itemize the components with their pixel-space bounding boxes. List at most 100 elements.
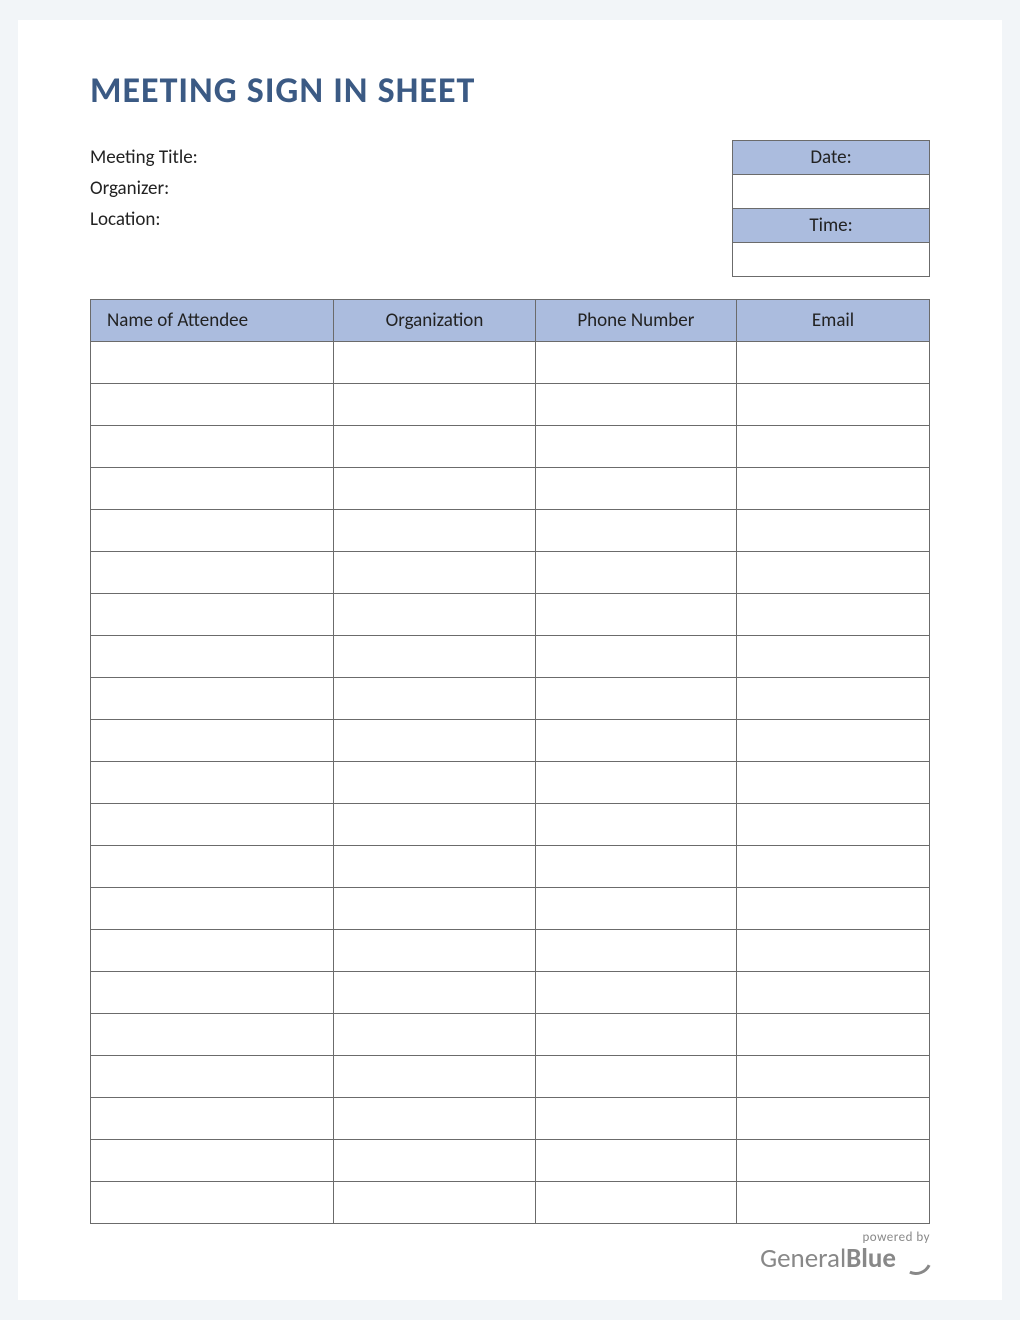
table-cell[interactable] [535,384,736,426]
table-cell[interactable] [535,510,736,552]
table-cell[interactable] [737,846,930,888]
table-cell[interactable] [334,762,535,804]
table-cell[interactable] [737,384,930,426]
table-cell[interactable] [91,426,334,468]
table-cell[interactable] [91,1182,334,1224]
table-cell[interactable] [737,468,930,510]
table-cell[interactable] [91,552,334,594]
table-cell[interactable] [535,1056,736,1098]
table-cell[interactable] [535,468,736,510]
table-cell[interactable] [334,384,535,426]
table-cell[interactable] [334,468,535,510]
table-cell[interactable] [737,1140,930,1182]
logo: GeneralBlue [760,1245,930,1272]
table-cell[interactable] [535,678,736,720]
time-value[interactable] [733,243,930,277]
table-cell[interactable] [91,594,334,636]
table-cell[interactable] [91,510,334,552]
table-cell[interactable] [91,1014,334,1056]
table-cell[interactable] [334,636,535,678]
table-cell[interactable] [334,888,535,930]
table-row [91,1098,930,1140]
table-cell[interactable] [91,762,334,804]
table-cell[interactable] [737,972,930,1014]
table-cell[interactable] [334,1140,535,1182]
table-cell[interactable] [737,678,930,720]
table-cell[interactable] [91,1098,334,1140]
table-cell[interactable] [91,720,334,762]
table-cell[interactable] [334,678,535,720]
table-cell[interactable] [737,1182,930,1224]
table-cell[interactable] [737,636,930,678]
table-cell[interactable] [334,1098,535,1140]
footer: powered by GeneralBlue [760,1230,930,1272]
meeting-title-label: Meeting Title: [90,146,198,169]
attendee-table: Name of Attendee Organization Phone Numb… [90,299,930,1224]
table-cell[interactable] [334,1014,535,1056]
table-cell[interactable] [91,804,334,846]
table-cell[interactable] [737,804,930,846]
table-cell[interactable] [535,1098,736,1140]
table-cell[interactable] [334,426,535,468]
table-cell[interactable] [737,1056,930,1098]
table-cell[interactable] [535,972,736,1014]
table-cell[interactable] [535,426,736,468]
table-cell[interactable] [737,552,930,594]
table-cell[interactable] [535,594,736,636]
table-row [91,1014,930,1056]
table-row [91,678,930,720]
table-cell[interactable] [535,342,736,384]
table-cell[interactable] [334,510,535,552]
table-cell[interactable] [91,846,334,888]
table-row [91,846,930,888]
table-cell[interactable] [535,720,736,762]
table-cell[interactable] [737,1014,930,1056]
table-cell[interactable] [737,762,930,804]
table-cell[interactable] [334,930,535,972]
document-page: MEETING SIGN IN SHEET Meeting Title: Org… [18,20,1002,1300]
table-cell[interactable] [91,972,334,1014]
table-cell[interactable] [737,594,930,636]
table-cell[interactable] [91,1140,334,1182]
table-cell[interactable] [334,846,535,888]
table-cell[interactable] [334,594,535,636]
table-cell[interactable] [737,510,930,552]
table-cell[interactable] [737,888,930,930]
table-cell[interactable] [535,636,736,678]
table-cell[interactable] [535,1014,736,1056]
table-cell[interactable] [334,1056,535,1098]
table-cell[interactable] [91,342,334,384]
logo-text-blue: Blue [846,1245,896,1272]
table-cell[interactable] [535,1140,736,1182]
table-cell[interactable] [535,762,736,804]
table-cell[interactable] [535,888,736,930]
table-cell[interactable] [91,888,334,930]
table-row [91,804,930,846]
table-cell[interactable] [535,804,736,846]
table-cell[interactable] [535,930,736,972]
date-value[interactable] [733,175,930,209]
table-cell[interactable] [334,804,535,846]
table-cell[interactable] [334,720,535,762]
table-cell[interactable] [737,720,930,762]
table-cell[interactable] [334,342,535,384]
datetime-box: Date: Time: [732,140,930,277]
table-cell[interactable] [334,552,535,594]
table-cell[interactable] [535,846,736,888]
table-cell[interactable] [91,1056,334,1098]
table-row [91,930,930,972]
table-cell[interactable] [535,552,736,594]
table-row [91,342,930,384]
table-cell[interactable] [737,1098,930,1140]
table-cell[interactable] [91,930,334,972]
table-cell[interactable] [91,636,334,678]
table-cell[interactable] [737,930,930,972]
table-cell[interactable] [334,972,535,1014]
table-cell[interactable] [91,468,334,510]
table-cell[interactable] [334,1182,535,1224]
table-cell[interactable] [737,342,930,384]
table-cell[interactable] [91,384,334,426]
table-cell[interactable] [737,426,930,468]
table-cell[interactable] [91,678,334,720]
table-cell[interactable] [535,1182,736,1224]
